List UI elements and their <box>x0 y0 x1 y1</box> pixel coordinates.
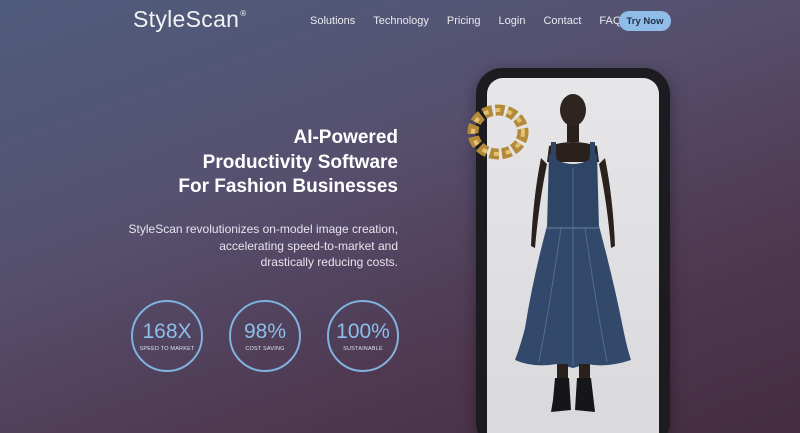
headline-line-2: Productivity Software <box>202 151 398 173</box>
main-nav: Solutions Technology Pricing Login Conta… <box>310 11 639 31</box>
registered-mark: ® <box>240 9 247 18</box>
description-line-2: accelerating speed-to-market and <box>219 238 398 253</box>
stat-sustainable: 100% SUSTAINABLE <box>327 300 399 372</box>
headline-line-3: For Fashion Businesses <box>178 176 398 197</box>
try-now-button[interactable]: Try Now <box>619 11 671 31</box>
stat-label: SUSTAINABLE <box>343 345 383 352</box>
stat-label: COST SAVING <box>245 345 285 352</box>
bracelet-image <box>467 104 529 160</box>
logo[interactable]: StyleScan® <box>133 6 246 33</box>
nav-solutions-link[interactable]: Solutions <box>310 11 355 31</box>
stat-value: 100% <box>336 319 390 343</box>
nav-contact-link[interactable]: Contact <box>543 11 581 31</box>
stat-value: 98% <box>243 319 287 343</box>
stat-label: SPEED TO MARKET <box>139 345 195 352</box>
nav-pricing-link[interactable]: Pricing <box>447 11 481 31</box>
stat-value: 168X <box>142 319 192 343</box>
hero-description: StyleScan revolutionizes on-model image … <box>98 221 398 271</box>
description-line-1: StyleScan revolutionizes on-model image … <box>128 222 398 236</box>
nav-technology-link[interactable]: Technology <box>373 11 429 31</box>
nav-login-link[interactable]: Login <box>499 11 526 31</box>
description-line-3: drastically reducing costs. <box>260 255 398 269</box>
stat-speed-to-market: 168X SPEED TO MARKET <box>131 300 203 372</box>
stat-cost-saving: 98% COST SAVING <box>229 300 301 372</box>
stats-row: 168X SPEED TO MARKET 98% COST SAVING 100… <box>131 300 425 372</box>
brand-name: StyleScan <box>133 6 240 32</box>
headline-line-1: AI-Powered <box>293 127 398 148</box>
hero-headline: AI-Powered Productivity Software For Fas… <box>98 126 398 200</box>
